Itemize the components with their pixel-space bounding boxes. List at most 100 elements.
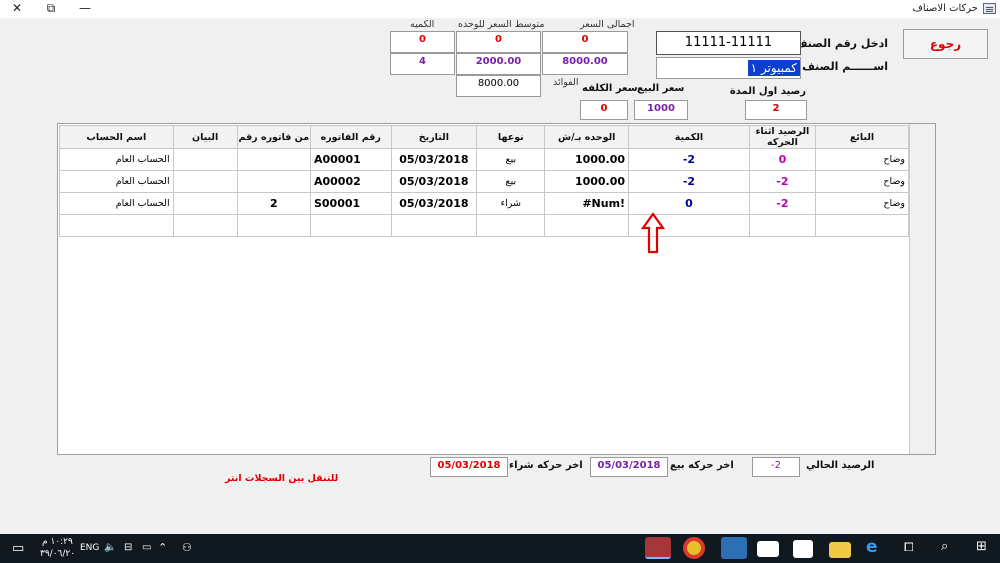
cell-account[interactable]: الحساب العام xyxy=(59,192,174,215)
battery-icon[interactable]: ▭ xyxy=(142,542,151,553)
grid-scrollbar[interactable] xyxy=(909,124,935,454)
cell-description[interactable] xyxy=(172,148,238,171)
cell-date[interactable]: 05/03/2018 xyxy=(390,170,478,193)
cell-invoice-no[interactable]: A00001 xyxy=(309,148,392,171)
col-unit-price[interactable]: الوحده بـ/ش xyxy=(544,125,630,149)
profit-value: 8000.00 xyxy=(456,75,541,97)
cell-invoice-no[interactable]: S00001 xyxy=(309,192,392,215)
cell-account[interactable]: الحساب العام xyxy=(59,170,174,193)
col-date[interactable]: التاريخ xyxy=(390,125,478,149)
minimize-button[interactable]: — xyxy=(68,0,102,18)
col-account-name[interactable]: اسم الحساب xyxy=(59,125,174,149)
table-row[interactable]: الحساب العام 2 S00001 05/03/2018 شراء #N… xyxy=(59,192,910,215)
col-seller[interactable]: البائع xyxy=(814,125,910,149)
close-button[interactable]: ✕ xyxy=(0,0,34,18)
table-row[interactable]: الحساب العام A00002 05/03/2018 بيع 1000.… xyxy=(59,170,910,193)
windows-start-icon[interactable]: ⊞ xyxy=(976,539,987,554)
volume-icon[interactable]: 🔈 xyxy=(104,542,116,553)
cell-qty[interactable]: -2 xyxy=(628,170,750,193)
chrome-icon[interactable] xyxy=(683,537,705,559)
cell-empty[interactable] xyxy=(476,214,546,237)
store-icon[interactable] xyxy=(793,540,813,558)
network-icon[interactable]: ⊟ xyxy=(124,542,132,553)
col-qty[interactable]: الكمية xyxy=(628,125,750,149)
item-name-value: كمبيوتر ١ xyxy=(747,60,800,76)
item-code-input[interactable]: 11111-11111 xyxy=(656,31,801,55)
annotation-arrow-up-icon xyxy=(641,212,665,254)
show-hidden-icons-icon[interactable]: ⌃ xyxy=(158,541,167,554)
cell-type[interactable]: شراء xyxy=(476,192,546,215)
cell-seller[interactable]: وضاح xyxy=(814,148,910,171)
qty-label: الكميه xyxy=(410,19,435,30)
sale-price-label: سعر البيع xyxy=(637,83,685,94)
people-icon[interactable]: ⚇ xyxy=(182,541,192,554)
item-name-input[interactable]: كمبيوتر ١ xyxy=(656,57,801,79)
cell-from-invoice[interactable]: 2 xyxy=(236,192,311,215)
cell-from-invoice[interactable] xyxy=(236,148,311,171)
cell-empty[interactable] xyxy=(390,214,478,237)
cost-price-label: سعر الكلفه xyxy=(582,83,638,94)
remote-desktop-icon[interactable] xyxy=(721,537,747,559)
cost-price-value: 0 xyxy=(580,100,628,120)
table-row-new[interactable] xyxy=(59,214,910,237)
cell-running-balance[interactable]: -2 xyxy=(748,170,816,193)
cell-empty[interactable] xyxy=(309,214,392,237)
cell-description[interactable] xyxy=(172,170,238,193)
cell-date[interactable]: 05/03/2018 xyxy=(390,192,478,215)
avg-price-label: متوسط السعر للوحده xyxy=(458,19,545,30)
qty-value: 4 xyxy=(390,53,455,75)
notification-icon[interactable]: ▭ xyxy=(12,541,24,556)
language-indicator[interactable]: ENG xyxy=(80,543,99,553)
taskbar-time[interactable]: ١٠:٢٩ م xyxy=(42,537,73,547)
taskbar-date[interactable]: ٣٩/٠٦/٢٠ xyxy=(40,549,75,559)
opening-balance-label: رصيد اول المدة xyxy=(729,86,806,97)
cell-type[interactable]: بيع xyxy=(476,170,546,193)
cell-empty[interactable] xyxy=(748,214,816,237)
movements-table: اسم الحساب البيان من فاتوره رقم رقم الفا… xyxy=(59,125,910,237)
sale-price-value: 1000 xyxy=(634,100,688,120)
search-icon[interactable]: ⌕ xyxy=(941,539,948,554)
current-balance-value: -2 xyxy=(752,457,800,477)
cell-date[interactable]: 05/03/2018 xyxy=(390,148,478,171)
table-row[interactable]: الحساب العام A00001 05/03/2018 بيع 1000.… xyxy=(59,148,910,171)
edge-icon[interactable]: e xyxy=(866,537,878,557)
cell-empty[interactable] xyxy=(544,214,630,237)
cell-account[interactable]: الحساب العام xyxy=(59,148,174,171)
cell-empty[interactable] xyxy=(814,214,910,237)
col-type[interactable]: نوعها xyxy=(476,125,546,149)
cell-qty[interactable]: -2 xyxy=(628,148,750,171)
cell-unit-price[interactable]: #Num! xyxy=(544,192,630,215)
item-code-label: ادخل رقم الصنف xyxy=(794,37,888,50)
navigation-hint: للتنقل بين السجلات انتر xyxy=(225,473,339,484)
restore-button[interactable]: ⧉ xyxy=(34,0,68,18)
current-balance-label: الرصيد الحالي xyxy=(806,460,875,471)
col-invoice-no[interactable]: رقم الفاتوره xyxy=(309,125,392,149)
access-app-icon[interactable] xyxy=(645,537,671,559)
profit-label: الفوائد xyxy=(553,77,579,88)
cell-unit-price[interactable]: 1000.00 xyxy=(544,148,630,171)
cell-invoice-no[interactable]: A00002 xyxy=(309,170,392,193)
cell-seller[interactable]: وضاح xyxy=(814,192,910,215)
item-name-label: اســــــم الصنف xyxy=(802,60,888,73)
cell-running-balance[interactable]: 0 xyxy=(748,148,816,171)
cell-empty[interactable] xyxy=(59,214,174,237)
cell-type[interactable]: بيع xyxy=(476,148,546,171)
mail-icon[interactable] xyxy=(757,541,779,557)
movements-grid[interactable]: اسم الحساب البيان من فاتوره رقم رقم الفا… xyxy=(57,123,936,455)
total-price-value: 8000.00 xyxy=(542,53,628,75)
cell-seller[interactable]: وضاح xyxy=(814,170,910,193)
last-purchase-value: 05/03/2018 xyxy=(430,457,508,477)
total-price-label: اجمالى السعر xyxy=(580,19,635,30)
cell-unit-price[interactable]: 1000.00 xyxy=(544,170,630,193)
back-button[interactable]: رجوع xyxy=(903,29,988,59)
cell-empty[interactable] xyxy=(236,214,311,237)
cell-running-balance[interactable]: -2 xyxy=(748,192,816,215)
task-view-icon[interactable]: ⧠ xyxy=(904,540,914,555)
col-running-balance[interactable]: الرصيد اثناء الحركه xyxy=(748,125,816,149)
cell-description[interactable] xyxy=(172,192,238,215)
col-from-invoice[interactable]: من فاتوره رقم xyxy=(236,125,311,149)
cell-empty[interactable] xyxy=(172,214,238,237)
cell-from-invoice[interactable] xyxy=(236,170,311,193)
col-description[interactable]: البيان xyxy=(172,125,238,149)
file-explorer-icon[interactable] xyxy=(829,542,851,558)
